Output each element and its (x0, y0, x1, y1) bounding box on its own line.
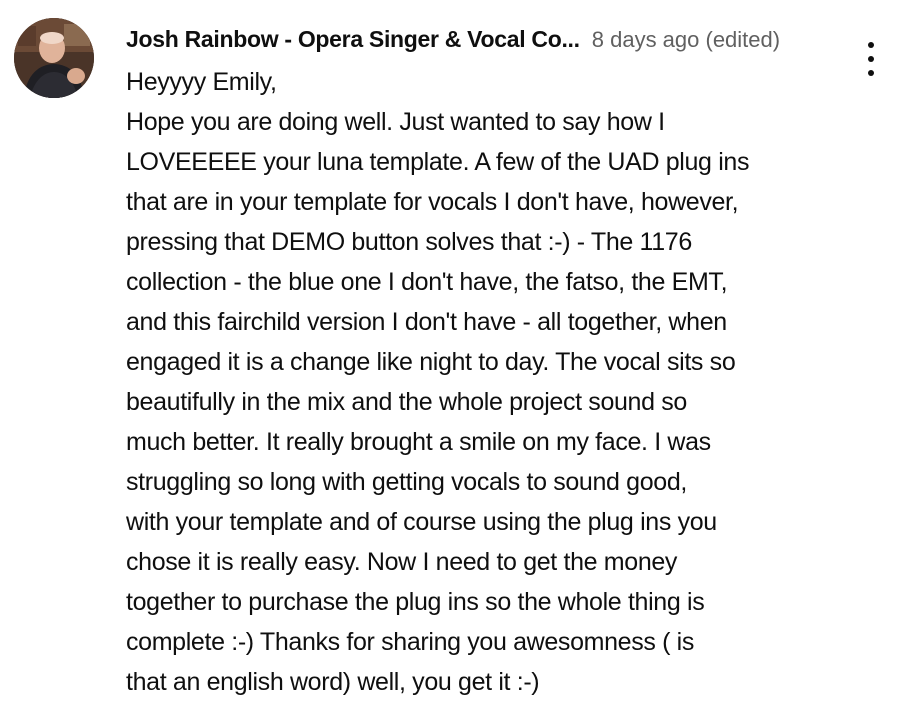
comment-body-line: together to purchase the plug ins so the… (126, 588, 705, 616)
menu-dot (868, 70, 874, 76)
menu-dot (868, 56, 874, 62)
comment-body-line: Heyyyy Emily, (126, 68, 277, 96)
comment-body-line: that an english word) well, you get it :… (126, 668, 540, 696)
comment-body-line: pressing that DEMO button solves that :-… (126, 228, 692, 256)
comment-body-line: collection - the blue one I don't have, … (126, 268, 728, 296)
comment-author-link[interactable]: Josh Rainbow - Opera Singer & Vocal Co..… (126, 22, 580, 56)
comment-body-line: LOVEEEEE your luna template. A few of th… (126, 148, 750, 176)
comment-timestamp[interactable]: 8 days ago (edited) (592, 23, 780, 57)
comment-body: Heyyyy Emily, Hope you are doing well. J… (126, 62, 846, 702)
comment-body-line: struggling so long with getting vocals t… (126, 468, 687, 496)
comment-header: Josh Rainbow - Opera Singer & Vocal Co..… (126, 22, 846, 56)
comment-body-line: complete :-) Thanks for sharing you awes… (126, 628, 695, 656)
more-vert-icon[interactable] (856, 38, 886, 80)
avatar[interactable] (14, 18, 94, 98)
comment-body-line: engaged it is a change like night to day… (126, 348, 736, 376)
menu-dot (868, 42, 874, 48)
comment-thread: Josh Rainbow - Opera Singer & Vocal Co..… (0, 0, 911, 709)
comment-body-line: chose it is really easy. Now I need to g… (126, 548, 678, 576)
comment-body-line: and this fairchild version I don't have … (126, 308, 727, 336)
comment-body-line: beautifully in the mix and the whole pro… (126, 388, 687, 416)
user-avatar-photo-icon (14, 18, 94, 98)
comment-body-line: with your template and of course using t… (126, 508, 717, 536)
comment-body-line: Hope you are doing well. Just wanted to … (126, 108, 665, 136)
comment-body-line: that are in your template for vocals I d… (126, 188, 739, 216)
comment-body-line: much better. It really brought a smile o… (126, 428, 711, 456)
